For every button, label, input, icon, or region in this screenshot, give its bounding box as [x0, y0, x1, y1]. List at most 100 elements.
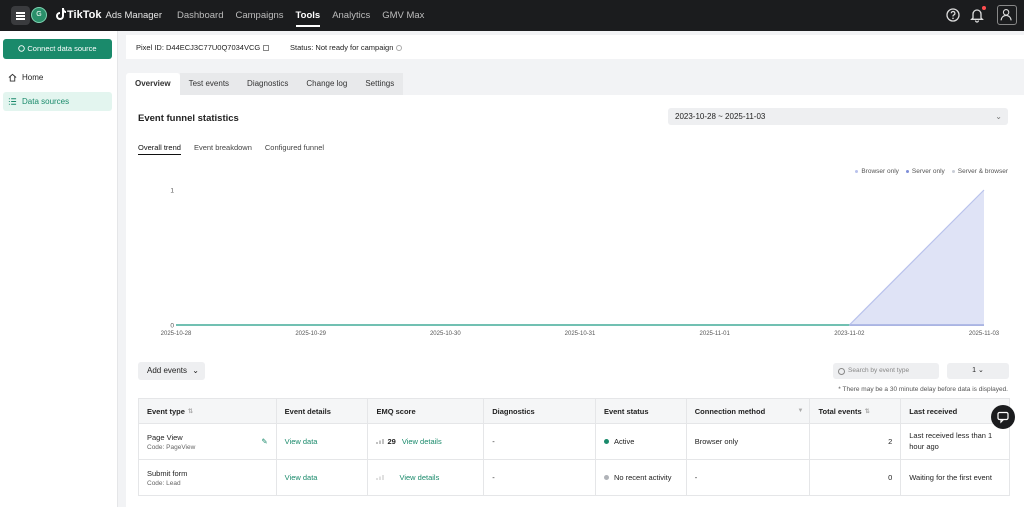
add-events-label: Add events: [147, 366, 188, 375]
tab-overview[interactable]: Overview: [126, 73, 180, 95]
column-label: Diagnostics: [492, 406, 535, 416]
x-tick-label: 2025-10-28: [161, 331, 192, 337]
connect-data-source-button[interactable]: Connect data source: [3, 39, 112, 59]
nav-tools[interactable]: Tools: [295, 10, 320, 27]
pixel-tabs: Overview Test events Diagnostics Change …: [126, 73, 404, 95]
event-type-name: Submit form: [147, 468, 188, 478]
diagnostics-cell: -: [484, 424, 596, 459]
tiktok-logo-icon: [56, 8, 66, 20]
nav-dashboard[interactable]: Dashboard: [177, 10, 223, 21]
link-icon: [18, 45, 26, 52]
total-events-cell: 2: [810, 424, 902, 459]
emq-score-cell: View details: [368, 460, 485, 495]
sort-icon[interactable]: ⇅: [188, 408, 193, 415]
app-logo[interactable]: TikTok Ads Manager: [67, 9, 162, 21]
column-label: Event details: [284, 406, 331, 416]
nav-campaigns[interactable]: Campaigns: [235, 10, 283, 21]
column-header-total-events[interactable]: Total events ⇅: [810, 399, 902, 423]
data-delay-note: * There may be a 30 minute delay before …: [838, 386, 1008, 393]
status-dot: [603, 475, 609, 480]
diagnostics-cell: -: [484, 460, 596, 495]
sidebar-item-label: Home: [22, 73, 44, 82]
event-type-name: Page View: [147, 432, 183, 442]
column-label: Connection method: [694, 406, 766, 416]
page-selector[interactable]: 1 ⌄: [947, 363, 1009, 379]
user-avatar[interactable]: [997, 5, 1017, 25]
last-received-cell: Waiting for the first event: [909, 473, 992, 482]
edit-icon[interactable]: ✎: [261, 437, 267, 446]
tab-test-events[interactable]: Test events: [179, 73, 239, 95]
page-number: 1: [972, 367, 977, 374]
events-table: Event type ⇅ Event details EMQ score Diag…: [138, 398, 1010, 496]
nav-analytics[interactable]: Analytics: [332, 10, 370, 21]
tab-settings[interactable]: Settings: [356, 73, 404, 95]
table-header-row: Event type ⇅ Event details EMQ score Diag…: [139, 399, 1009, 424]
top-navigation-bar: G TikTok Ads Manager Dashboard Campaigns…: [0, 0, 1024, 31]
x-tick-label: 2025-10-30: [430, 331, 461, 337]
tab-diagnostics[interactable]: Diagnostics: [238, 73, 298, 95]
copy-icon[interactable]: [263, 45, 270, 52]
pixel-status-text: Status: Not ready for campaign: [290, 43, 394, 52]
menu-icon[interactable]: [11, 6, 30, 25]
connection-method-cell: -: [687, 460, 811, 495]
x-tick-label: 2025-11-03: [969, 331, 1000, 337]
table-row[interactable]: Page View Code: PageView ✎ View data 29 …: [139, 424, 1009, 460]
info-icon[interactable]: [396, 45, 403, 52]
sort-icon[interactable]: ⇅: [865, 408, 870, 415]
view-data-link[interactable]: View data: [277, 424, 369, 459]
sidebar-item-home[interactable]: Home: [3, 68, 112, 87]
brand-name: TikTok: [67, 9, 102, 21]
nav-gmv-max[interactable]: GMV Max: [382, 10, 424, 21]
sidebar-item-data-sources[interactable]: Data sources: [3, 92, 112, 111]
x-tick-label: 2023-11-02: [834, 331, 865, 337]
event-code: Code: PageView: [147, 443, 196, 451]
column-header-diagnostics: Diagnostics: [484, 399, 596, 423]
main-nav: Dashboard Campaigns Tools Analytics GMV …: [177, 10, 436, 27]
sidebar-item-label: Data sources: [22, 97, 70, 106]
column-header-event-type[interactable]: Event type ⇅: [139, 399, 277, 423]
home-icon: [8, 73, 17, 82]
help-icon[interactable]: [945, 7, 961, 23]
event-type-cell: Submit form Code: Lead: [139, 460, 277, 495]
view-data-link[interactable]: View data: [277, 460, 369, 495]
pixel-id: Pixel ID: D44ECJ3C77U0Q7034VCG: [136, 43, 270, 52]
brand-subtitle: Ads Manager: [105, 10, 163, 21]
user-icon: [1000, 9, 1012, 21]
status-dot: [603, 439, 609, 444]
event-search-input[interactable]: Search by event type: [833, 363, 939, 379]
column-header-event-status: Event status: [596, 399, 687, 423]
event-code: Code: Lead: [147, 479, 181, 487]
add-events-button[interactable]: Add events ⌄: [138, 362, 205, 380]
table-row[interactable]: Submit form Code: Lead View data View de…: [139, 460, 1009, 496]
account-avatar[interactable]: G: [31, 7, 47, 23]
column-header-emq-score: EMQ score: [368, 399, 485, 423]
column-label: Event type: [147, 406, 185, 416]
pixel-status: Status: Not ready for campaign: [290, 43, 403, 52]
status-text: Active: [613, 437, 635, 446]
column-header-connection-method[interactable]: Connection method ▼: [687, 399, 811, 423]
tab-change-log[interactable]: Change log: [297, 73, 357, 95]
chevron-down-icon: ⌄: [192, 366, 199, 375]
support-chat-button[interactable]: [991, 405, 1015, 429]
signal-bars-icon: [376, 439, 385, 444]
event-status-cell: Active: [596, 424, 687, 459]
event-trend-chart: 0 1 2025-10-28 2025-10-29 2025-10-30 2025-10-…: [161, 188, 1000, 338]
y-tick-label: 0: [170, 323, 174, 330]
emq-view-details-link[interactable]: View details: [399, 473, 439, 482]
column-label: Event status: [603, 406, 649, 416]
emq-view-details-link[interactable]: View details: [402, 437, 442, 446]
y-tick-label: 1: [170, 188, 174, 195]
overview-panel: Event funnel statistics 2023-10-28 ~ 202…: [126, 95, 1024, 507]
emq-score-cell: 29 View details: [368, 424, 485, 459]
column-label: Last received: [909, 406, 958, 416]
total-events-cell: 0: [810, 460, 902, 495]
pixel-id-text: Pixel ID: D44ECJ3C77U0Q7034VCG: [136, 43, 261, 52]
signal-bars-icon: [376, 475, 385, 480]
sidebar: Connect data source Home Data sources: [0, 31, 118, 507]
x-tick-label: 2025-11-01: [700, 331, 731, 337]
status-text: No recent activity: [613, 473, 672, 482]
x-tick-label: 2025-10-31: [565, 331, 596, 337]
column-label: Total events: [818, 406, 862, 416]
filter-icon[interactable]: ▼: [798, 408, 804, 414]
series-area: [176, 190, 984, 325]
